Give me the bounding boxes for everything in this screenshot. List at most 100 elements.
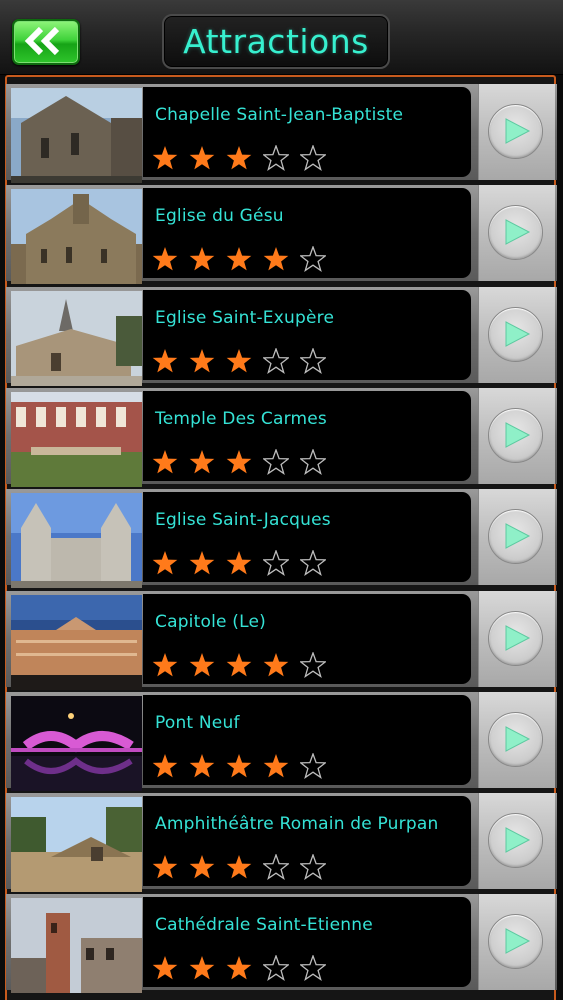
attraction-row[interactable]: Temple Des Carmes [6,388,557,487]
play-arrow-icon [505,422,531,448]
go-circle [488,914,543,969]
open-attraction-button[interactable] [478,894,555,990]
page-title-box: Attractions [162,14,390,69]
attraction-thumbnail [11,291,142,386]
star-filled-icon [226,348,252,374]
star-empty-icon [261,549,291,576]
attraction-thumbnail [11,898,142,993]
star-filled-icon [226,449,252,475]
go-circle [488,712,543,767]
attraction-name: Eglise Saint-Exupère [155,308,335,328]
attraction-info: Amphithéâtre Romain de Purpan [143,796,471,886]
star-filled-icon [152,955,178,981]
attraction-row[interactable]: Capitole (Le) [6,591,557,690]
attraction-thumbnail [11,189,142,284]
attraction-name: Chapelle Saint-Jean-Baptiste [155,105,404,125]
star-filled-icon [152,652,178,678]
attraction-name: Pont Neuf [155,713,240,733]
star-empty-icon [261,954,291,981]
star-rating [152,954,337,983]
star-filled-icon [189,145,215,171]
attraction-info: Eglise Saint-Jacques [143,492,471,582]
star-filled-icon [152,854,178,880]
star-filled-icon [152,449,178,475]
go-circle [488,813,543,868]
attraction-name: Eglise Saint-Jacques [155,510,331,530]
star-filled-icon [226,246,252,272]
star-filled-icon [152,550,178,576]
open-attraction-button[interactable] [478,489,555,585]
star-filled-icon [152,753,178,779]
attraction-row[interactable]: Cathédrale Saint-Etienne [6,894,557,993]
star-rating [152,144,337,173]
attraction-info: Cathédrale Saint-Etienne [143,897,471,987]
star-filled-icon [189,652,215,678]
go-circle [488,307,543,362]
open-attraction-button[interactable] [478,793,555,889]
app-header: Attractions [0,0,563,75]
attraction-thumbnail [11,88,142,183]
play-arrow-icon [505,118,531,144]
star-rating [152,853,337,882]
star-filled-icon [152,145,178,171]
attraction-row[interactable]: Eglise Saint-Jacques [6,489,557,588]
attraction-row[interactable]: Chapelle Saint-Jean-Baptiste [6,84,557,183]
star-filled-icon [263,652,289,678]
attraction-row[interactable]: Amphithéâtre Romain de Purpan [6,793,557,892]
attraction-thumbnail [11,493,142,588]
star-filled-icon [226,955,252,981]
attraction-row[interactable]: Pont Neuf [6,692,557,791]
play-arrow-icon [505,726,531,752]
star-empty-icon [261,144,291,171]
open-attraction-button[interactable] [478,591,555,687]
star-filled-icon [263,753,289,779]
attraction-name: Temple Des Carmes [155,409,327,429]
star-empty-icon [298,245,328,272]
attraction-name: Eglise du Gésu [155,206,284,226]
star-rating [152,448,337,477]
open-attraction-button[interactable] [478,84,555,180]
star-empty-icon [298,549,328,576]
star-empty-icon [298,144,328,171]
open-attraction-button[interactable] [478,388,555,484]
go-circle [488,611,543,666]
star-rating [152,752,337,781]
star-filled-icon [226,652,252,678]
star-empty-icon [298,853,328,880]
attraction-thumbnail [11,392,142,487]
open-attraction-button[interactable] [478,287,555,383]
star-empty-icon [298,448,328,475]
open-attraction-button[interactable] [478,692,555,788]
star-rating [152,549,337,578]
star-empty-icon [298,954,328,981]
star-empty-icon [261,853,291,880]
open-attraction-button[interactable] [478,185,555,281]
back-button[interactable] [12,19,80,65]
play-arrow-icon [505,321,531,347]
attraction-name: Cathédrale Saint-Etienne [155,915,373,935]
play-arrow-icon [505,625,531,651]
go-circle [488,509,543,564]
attraction-thumbnail [11,696,142,791]
play-arrow-icon [505,928,531,954]
play-arrow-icon [505,827,531,853]
attraction-thumbnail [11,797,142,892]
attraction-info: Chapelle Saint-Jean-Baptiste [143,87,471,177]
attraction-row[interactable]: Eglise du Gésu [6,185,557,284]
play-arrow-icon [505,523,531,549]
play-arrow-icon [505,219,531,245]
go-circle [488,408,543,463]
attraction-thumbnail [11,595,142,690]
star-filled-icon [189,854,215,880]
star-filled-icon [189,348,215,374]
attraction-info: Eglise Saint-Exupère [143,290,471,380]
star-rating [152,651,337,680]
double-chevron-left-icon [24,27,60,55]
star-rating [152,347,337,376]
star-filled-icon [226,550,252,576]
star-filled-icon [189,246,215,272]
star-filled-icon [226,753,252,779]
attraction-row[interactable]: Eglise Saint-Exupère [6,287,557,386]
go-circle [488,104,543,159]
attraction-name: Capitole (Le) [155,612,266,632]
